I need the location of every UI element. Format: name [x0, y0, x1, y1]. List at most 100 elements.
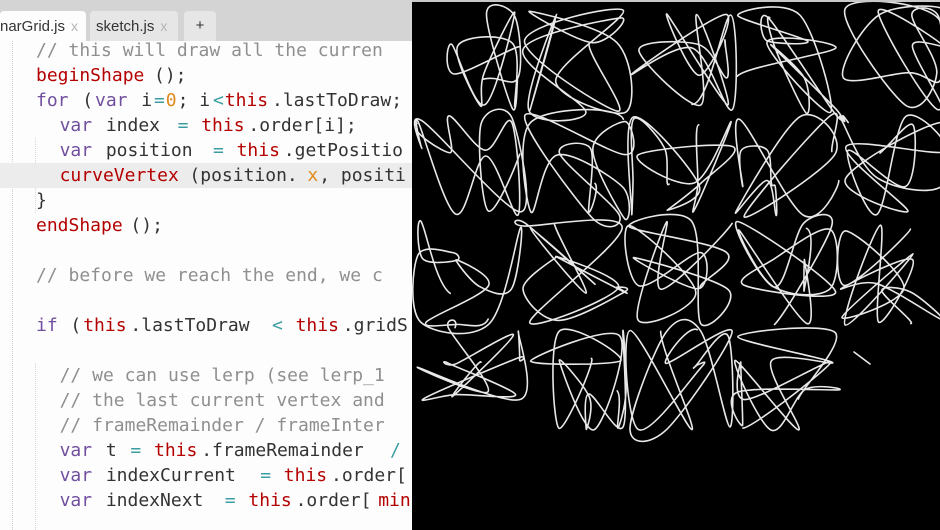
- code-token: var: [95, 90, 128, 111]
- code-token: , positi: [319, 165, 406, 186]
- code-token: min: [378, 490, 411, 511]
- code-token: .gridS: [342, 315, 408, 336]
- close-tab-icon[interactable]: x: [160, 18, 167, 34]
- code-token: var: [59, 490, 93, 511]
- code-token: =: [130, 440, 142, 461]
- curve-shape: [529, 328, 627, 431]
- curve-shape: [627, 116, 736, 216]
- code-token: x: [307, 165, 319, 186]
- code-line[interactable]: var indexCurrent = this .order[: [0, 463, 412, 488]
- curve-shape: [836, 224, 940, 326]
- code-line[interactable]: }: [0, 188, 412, 213]
- curve-shape: [522, 8, 633, 122]
- tab-sketch[interactable]: sketch.js x: [90, 11, 178, 41]
- code-token: =: [224, 490, 236, 511]
- curve-shape: [624, 213, 733, 327]
- code-token: // we can use lerp (see lerp_1: [59, 365, 385, 386]
- code-line[interactable]: // before we reach the end, we c: [0, 263, 412, 288]
- code-token: if: [36, 315, 58, 336]
- code-token: <: [272, 315, 283, 336]
- code-line[interactable]: [0, 513, 412, 530]
- code-token: <: [213, 90, 224, 111]
- code-token: this: [295, 315, 339, 336]
- code-line[interactable]: [0, 238, 412, 263]
- code-token: =: [154, 90, 165, 111]
- curve-shape: [838, 114, 940, 216]
- code-token: for: [36, 90, 69, 111]
- code-token: =: [213, 140, 224, 161]
- code-token: (: [59, 315, 82, 336]
- curve-shape: [630, 13, 738, 111]
- code-line[interactable]: [0, 338, 412, 363]
- code-token: .order[: [295, 490, 372, 511]
- code-line[interactable]: for (var i = 0; i < this .lastToDraw;: [0, 88, 412, 113]
- code-line[interactable]: // the last current vertex and: [0, 388, 412, 413]
- code-token: // the last current vertex and: [59, 390, 385, 411]
- curve-shape: [730, 327, 841, 432]
- code-line[interactable]: [0, 288, 412, 313]
- code-token: ();: [130, 215, 163, 236]
- code-line[interactable]: endShape ();: [0, 213, 412, 238]
- code-token: this: [154, 440, 198, 461]
- code-line[interactable]: curveVertex (position. x, positi: [0, 163, 412, 188]
- curve-shape: [734, 112, 840, 218]
- partial-curve: [853, 351, 871, 365]
- curve-shape: [514, 219, 629, 325]
- code-token: this: [224, 90, 269, 111]
- code-token: var: [59, 465, 93, 486]
- close-tab-icon[interactable]: x: [71, 18, 78, 34]
- code-line[interactable]: if (this .lastToDraw < this .gridS: [0, 313, 412, 338]
- code-token: t: [95, 440, 128, 461]
- code-line[interactable]: beginShape ();: [0, 63, 412, 88]
- tab-label: sketch.js: [96, 18, 155, 35]
- code-line[interactable]: var indexNext = this .order[min: [0, 488, 412, 513]
- sketch-canvas[interactable]: [412, 0, 940, 530]
- code-line[interactable]: var index = this .order[i];: [0, 113, 412, 138]
- tab-lunargrid[interactable]: narGrid.js x: [0, 11, 86, 41]
- curve-shape: [736, 6, 844, 121]
- code-line[interactable]: // frameRemainder / frameInter: [0, 413, 412, 438]
- code-token: i: [130, 90, 153, 111]
- code-token: .lastToDraw: [130, 315, 261, 336]
- code-token: // before we reach the end, we c: [36, 265, 383, 286]
- code-line[interactable]: // this will draw all the curren: [0, 38, 412, 63]
- code-token: this: [248, 490, 292, 511]
- code-token: curveVertex: [59, 165, 179, 186]
- code-line[interactable]: // we can use lerp (see lerp_1: [0, 363, 412, 388]
- code-token: .order[i];: [248, 115, 357, 136]
- code-token: this: [283, 465, 328, 486]
- plus-icon: +: [195, 17, 205, 34]
- code-token: .lastToDraw;: [272, 90, 403, 111]
- new-tab-button[interactable]: +: [184, 11, 216, 41]
- code-token: .getPositio: [283, 140, 404, 161]
- curve-shape: [412, 220, 523, 335]
- code-token: position: [95, 140, 204, 161]
- code-token: (: [71, 90, 94, 111]
- curve-shape: [841, 2, 940, 111]
- code-token: this: [236, 140, 280, 161]
- code-token: // frameRemainder / frameInter: [59, 415, 385, 436]
- code-token: indexCurrent: [95, 465, 247, 486]
- code-editor[interactable]: narGrid.js x sketch.js x + // this will dr…: [0, 0, 412, 530]
- code-token: ();: [154, 65, 187, 86]
- code-token: =: [177, 115, 189, 136]
- code-token: beginShape: [36, 65, 145, 86]
- code-token: endShape: [36, 215, 123, 236]
- curve-shape: [734, 213, 839, 326]
- code-line[interactable]: var position = this .getPositio: [0, 138, 412, 163]
- code-line[interactable]: var t = this .frameRemainder /: [0, 438, 412, 463]
- code-token: this: [201, 115, 245, 136]
